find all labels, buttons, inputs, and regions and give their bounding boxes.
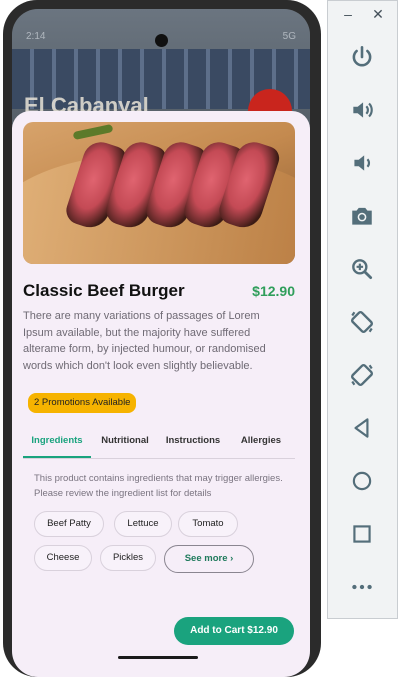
volume-down-button[interactable] [344, 145, 380, 181]
minimize-button[interactable]: – [341, 7, 355, 21]
home-icon [352, 471, 372, 491]
rotate-left-icon [350, 310, 374, 334]
more-button[interactable] [344, 569, 380, 605]
tab-allergies[interactable]: Allergies [227, 425, 295, 458]
close-button[interactable]: ✕ [371, 7, 385, 21]
screenshot-button[interactable] [344, 198, 380, 234]
overview-button[interactable] [344, 516, 380, 552]
promotions-badge[interactable]: 2 Promotions Available [28, 393, 137, 413]
tab-instructions[interactable]: Instructions [159, 425, 227, 458]
allergy-note: This product contains ingredients that m… [34, 473, 283, 499]
phone-screen: El Cabanyal 2:14 5G Classic Beef Burger [12, 9, 310, 677]
phone-frame: El Cabanyal 2:14 5G Classic Beef Burger [3, 0, 321, 677]
product-bottom-sheet: Classic Beef Burger $12.90 There are man… [12, 111, 310, 677]
tab-nutritional[interactable]: Nutritional [91, 425, 159, 458]
tab-ingredients[interactable]: Ingredients [23, 425, 91, 458]
volume-up-icon [353, 102, 373, 118]
more-icon [352, 584, 372, 590]
status-network: 5G [282, 31, 296, 42]
ingredient-chip-beef-patty[interactable]: Beef Patty [34, 511, 104, 537]
herb-garnish [72, 123, 114, 141]
volume-down-icon [354, 155, 370, 171]
emulator-toolbar: – ✕ [327, 0, 398, 619]
power-button[interactable] [344, 39, 380, 75]
back-button[interactable] [344, 410, 380, 446]
volume-up-button[interactable] [344, 92, 380, 128]
camera-cutout [155, 34, 168, 47]
ingredient-chip-cheese[interactable]: Cheese [34, 545, 92, 571]
title-row: Classic Beef Burger $12.90 [23, 281, 295, 301]
add-to-cart-button[interactable]: Add to Cart $12.90 [174, 617, 294, 645]
see-more-button[interactable]: See more › [164, 545, 254, 573]
rotate-right-icon [350, 363, 374, 387]
ingredient-chip-lettuce[interactable]: Lettuce [114, 511, 172, 537]
zoom-icon [352, 259, 373, 280]
home-button[interactable] [344, 463, 380, 499]
ingredient-chip-pickles[interactable]: Pickles [100, 545, 156, 571]
power-icon [352, 45, 372, 67]
rotate-left-button[interactable] [344, 304, 380, 340]
product-name: Classic Beef Burger [23, 281, 185, 300]
status-time: 2:14 [26, 31, 46, 42]
detail-tabs: Ingredients Nutritional Instructions All… [23, 425, 295, 459]
product-image [23, 122, 295, 264]
product-price: $12.90 [252, 283, 295, 299]
camera-icon [352, 207, 372, 225]
screen: El Cabanyal 2:14 5G Classic Beef Burger [0, 0, 402, 677]
zoom-button[interactable] [344, 251, 380, 287]
product-description: There are many variations of passages of… [23, 310, 266, 372]
overview-icon [353, 525, 371, 543]
ingredient-chip-tomato[interactable]: Tomato [178, 511, 238, 537]
back-icon [354, 418, 369, 438]
gesture-bar[interactable] [118, 656, 198, 659]
rotate-right-button[interactable] [344, 357, 380, 393]
